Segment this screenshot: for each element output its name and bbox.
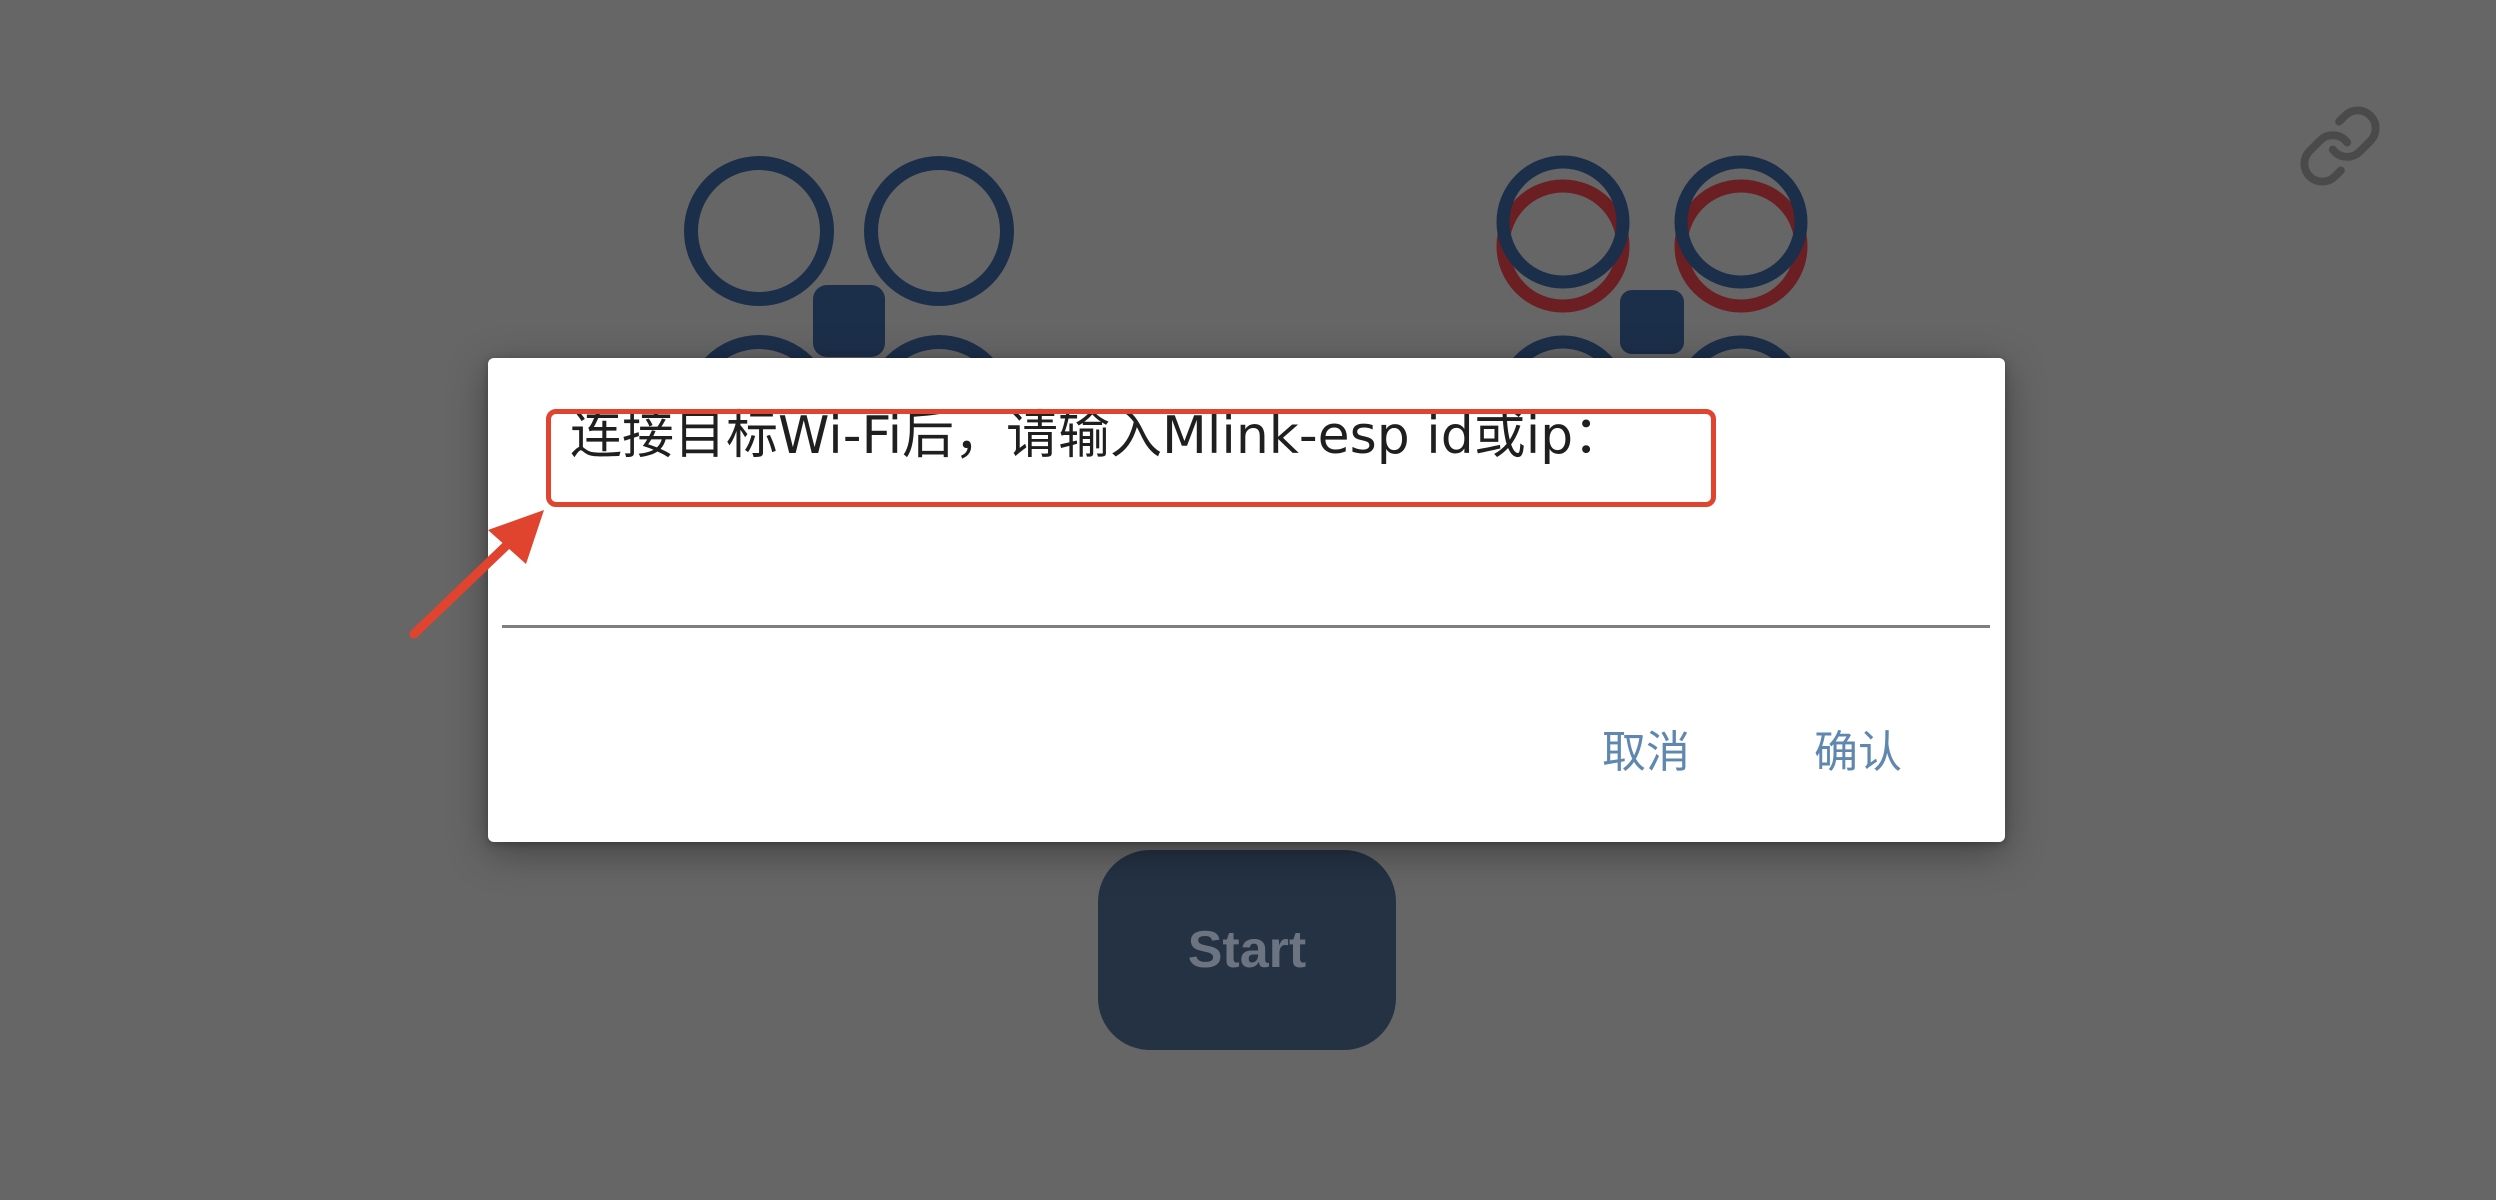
drone-right-illustration: [1496, 155, 1808, 370]
drone-right-body: [1620, 290, 1684, 354]
connect-link-button[interactable]: [2292, 98, 2388, 194]
drone-left-body: [813, 285, 885, 357]
link-icon: [2300, 106, 2380, 186]
drone-left-illustration: [684, 156, 1014, 370]
cancel-button-label: 取消: [1602, 727, 1690, 778]
annotation-arrow: [409, 510, 544, 639]
confirm-button[interactable]: 确认: [1800, 708, 1916, 788]
connect-dialog: 连接目标Wi-Fi后，请输入Mlink-esp id或ip： 取消 确认: [488, 358, 2005, 842]
annotation-arrow-shaft: [409, 537, 515, 639]
drone-left-motor-top-left: [684, 156, 834, 306]
confirm-button-label: 确认: [1814, 727, 1902, 778]
app-screen: Start 连接目标Wi-Fi后，请输入Mlink-esp id或ip： 取消 …: [0, 0, 2496, 1200]
start-button-label: Start: [1187, 921, 1307, 979]
drone-left-motor-top-right: [864, 156, 1014, 306]
annotation-highlight-box: [546, 409, 1716, 507]
device-id-input[interactable]: [502, 568, 1990, 628]
cancel-button[interactable]: 取消: [1588, 708, 1704, 788]
start-button[interactable]: Start: [1098, 850, 1396, 1050]
